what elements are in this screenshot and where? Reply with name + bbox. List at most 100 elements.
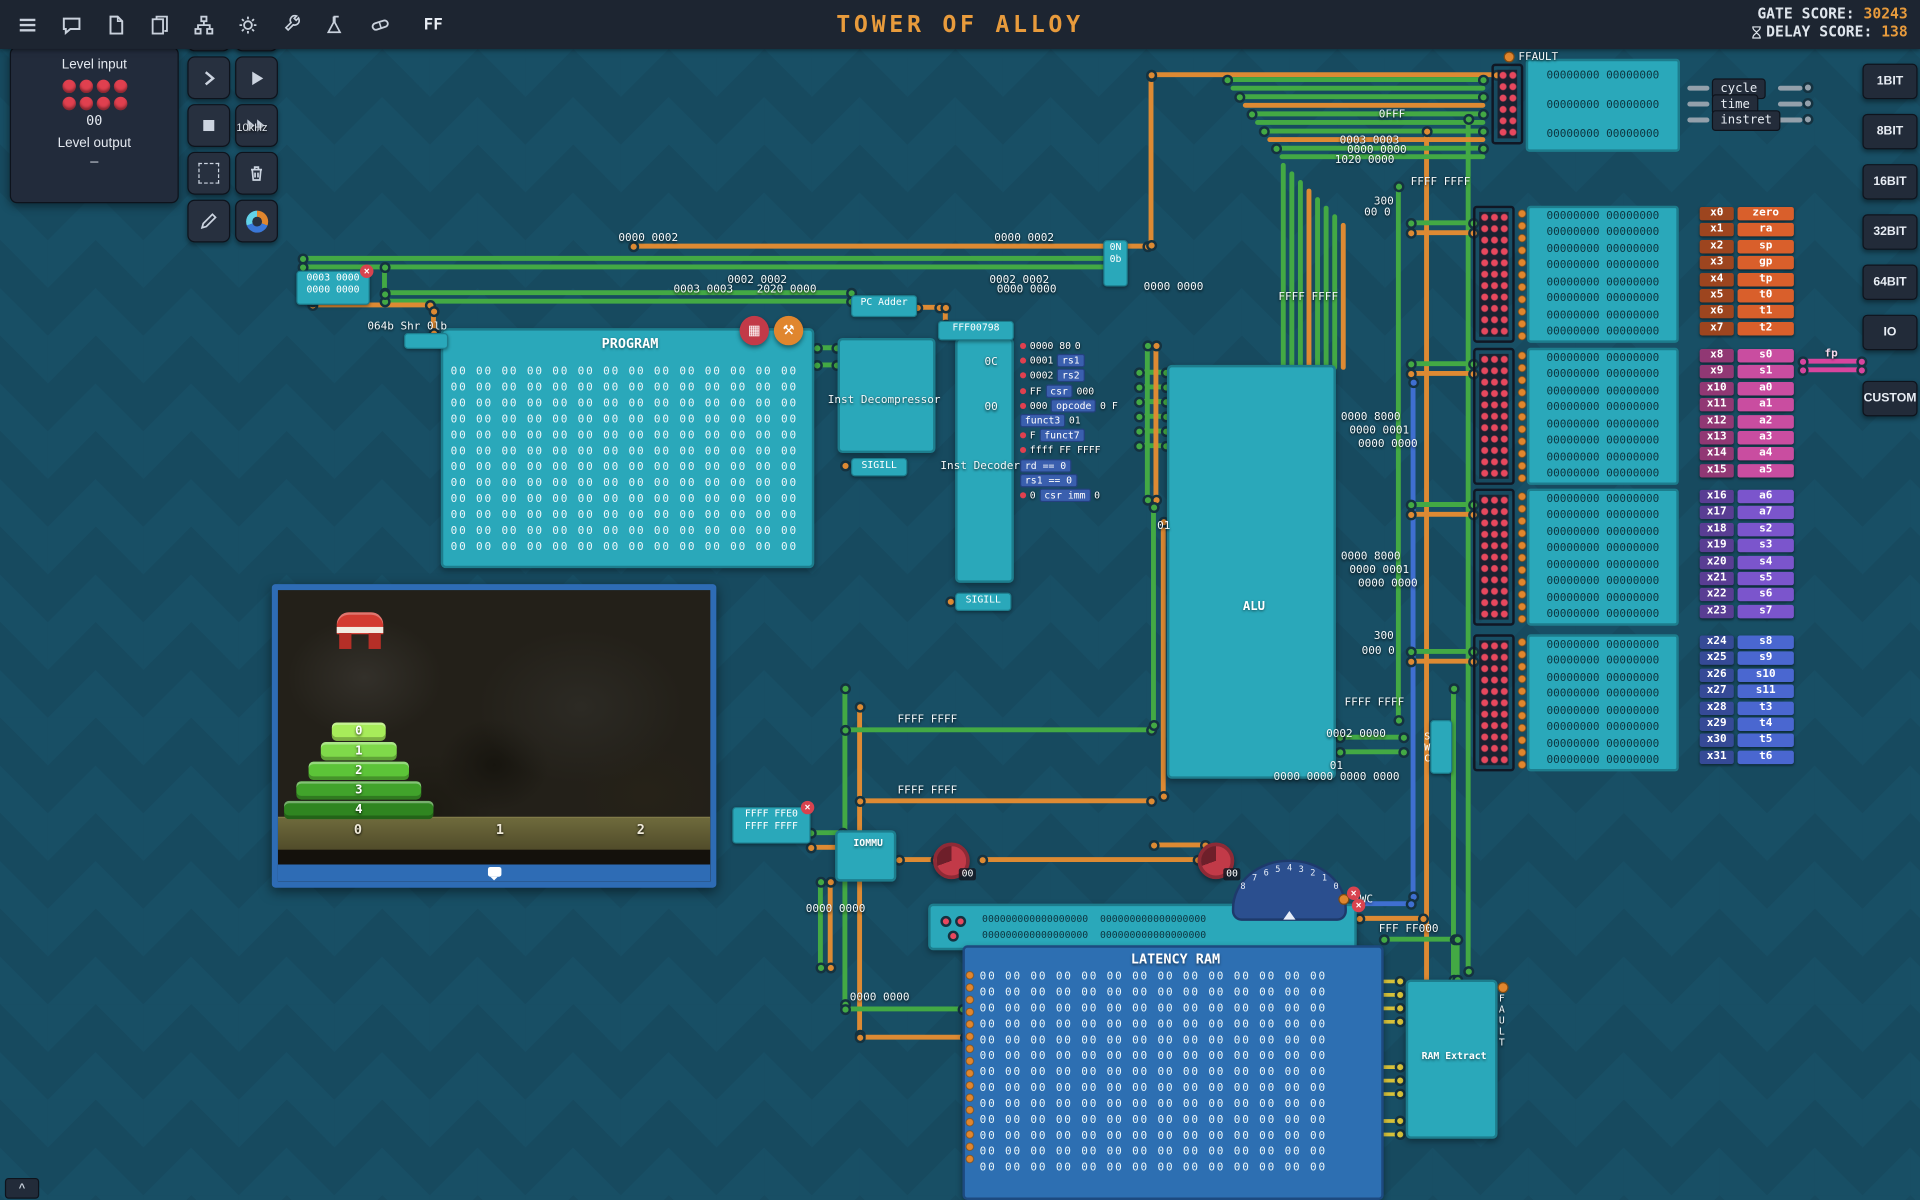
pc-value-chip[interactable]: FFF00798 [938, 321, 1014, 341]
wire-node[interactable] [1134, 411, 1145, 422]
mmio-range-chip[interactable]: FFFF FFE0FFFF FFFF [732, 807, 810, 844]
component-menu-16bit[interactable]: 16BIT [1862, 164, 1917, 200]
wire-node[interactable] [1406, 369, 1417, 380]
level-preview-window[interactable]: 01234 012 [272, 584, 716, 888]
wire-node[interactable] [1452, 934, 1463, 945]
sigill-chip[interactable]: SIGILL [851, 458, 907, 476]
orange-wire[interactable] [1161, 519, 1166, 798]
wire-node[interactable] [1134, 426, 1145, 437]
orange-wire[interactable] [857, 1035, 967, 1040]
wire-node[interactable] [1478, 143, 1489, 154]
wire-node[interactable] [1146, 70, 1157, 81]
orange-wire[interactable] [828, 879, 833, 970]
grey-wire[interactable] [1687, 118, 1709, 123]
ffault-pin[interactable] [1504, 51, 1515, 62]
green-wire[interactable] [1408, 502, 1475, 507]
green-wire[interactable] [1145, 343, 1150, 502]
green-wire[interactable] [1466, 116, 1471, 973]
wire-node[interactable] [429, 306, 440, 317]
wire-node[interactable] [1393, 715, 1404, 726]
wire-node[interactable] [1449, 683, 1460, 694]
wire-node[interactable] [855, 702, 866, 713]
green-wire[interactable] [1381, 937, 1457, 942]
wire-node[interactable] [380, 262, 391, 273]
level-input-bit[interactable] [62, 80, 75, 93]
wire-node[interactable] [1395, 1129, 1406, 1140]
swc-chip-vertical[interactable]: SWC [1430, 720, 1452, 774]
green-wire[interactable] [1315, 197, 1320, 370]
collapse-panel-button[interactable]: ^ [5, 1178, 39, 1199]
green-wire[interactable] [1237, 94, 1486, 99]
wire-node[interactable] [1422, 126, 1433, 137]
rotary-gauge[interactable]: 00 [933, 842, 970, 879]
wire-node[interactable] [855, 796, 866, 807]
wire-node[interactable] [1463, 966, 1474, 977]
green-wire[interactable] [842, 727, 1153, 732]
green-wire[interactable] [300, 256, 1112, 261]
wire-node[interactable] [1395, 1016, 1406, 1027]
program-tools-button[interactable]: ⚒ [774, 316, 803, 345]
ffault-value-box[interactable]: 00000000 0000000000000000 00000000000000… [1526, 59, 1680, 152]
step-button[interactable] [187, 56, 230, 99]
component-menu-custom[interactable]: CUSTOM [1862, 381, 1917, 417]
green-wire[interactable] [1231, 86, 1486, 91]
green-wire[interactable] [300, 264, 1112, 269]
delete-badge[interactable]: × [1352, 899, 1365, 912]
wire-node[interactable] [1335, 747, 1346, 758]
wire-node[interactable] [1395, 989, 1406, 1000]
wire-node[interactable] [1158, 791, 1169, 802]
green-wire[interactable] [1255, 120, 1485, 125]
wire-node[interactable] [1151, 340, 1162, 351]
circuit-canvas[interactable]: cycletimeinstretPROGRAM00 00 00 00 00 00… [0, 49, 1920, 1200]
green-wire[interactable] [1151, 504, 1156, 727]
orange-wire[interactable] [857, 798, 1153, 803]
wire-node[interactable] [1802, 98, 1813, 109]
orange-wire[interactable] [1408, 512, 1475, 517]
delete-badge[interactable]: × [360, 264, 373, 277]
green-wire[interactable] [1408, 649, 1475, 654]
green-wire[interactable] [1408, 361, 1475, 366]
wire-node[interactable] [1134, 441, 1145, 452]
green-wire[interactable] [382, 299, 853, 304]
stop-button[interactable] [187, 104, 230, 147]
level-input-bit[interactable] [79, 97, 92, 110]
delete-button[interactable] [235, 152, 278, 195]
level-input-bit[interactable] [96, 80, 109, 93]
orange-wire[interactable] [1357, 916, 1426, 921]
fault-pin[interactable] [1497, 982, 1508, 993]
green-wire[interactable] [1396, 184, 1401, 723]
play-button[interactable] [235, 56, 278, 99]
chat-bubble-icon[interactable] [487, 867, 500, 877]
level-input-bit[interactable] [62, 97, 75, 110]
wire-node[interactable] [1798, 365, 1809, 376]
orange-wire[interactable] [1149, 73, 1154, 247]
wire-node[interactable] [1406, 509, 1417, 520]
register-value-box[interactable]: 00000000 0000000000000000 00000000000000… [1527, 634, 1679, 771]
register-value-box[interactable]: 00000000 0000000000000000 00000000000000… [1527, 348, 1679, 485]
wire-node[interactable] [1259, 126, 1270, 137]
wire-node[interactable] [1478, 75, 1489, 86]
wire-node[interactable] [840, 1004, 851, 1015]
wire-node[interactable] [1802, 82, 1813, 93]
wire-node[interactable] [825, 962, 836, 973]
green-wire[interactable] [842, 1007, 964, 1012]
orange-wire[interactable] [1341, 223, 1346, 370]
grey-wire[interactable] [1687, 102, 1709, 107]
wire-node[interactable] [1222, 75, 1233, 86]
green-wire[interactable] [1324, 206, 1329, 370]
shifter-chip[interactable] [404, 333, 448, 349]
select-tool-button[interactable] [187, 152, 230, 195]
wire-node[interactable] [1234, 92, 1245, 103]
wire-node[interactable] [1406, 656, 1417, 667]
wire-node[interactable] [1134, 397, 1145, 408]
orange-wire[interactable] [1408, 659, 1475, 664]
wire-node[interactable] [1146, 796, 1157, 807]
wire-node[interactable] [1134, 367, 1145, 378]
orange-wire[interactable] [1424, 129, 1429, 1002]
wire-node[interactable] [806, 842, 817, 853]
wire-node[interactable] [940, 302, 951, 313]
register-value-box[interactable]: 00000000 0000000000000000 00000000000000… [1527, 206, 1679, 343]
green-wire[interactable] [818, 879, 823, 970]
program-edit-button[interactable]: ▦ [740, 316, 769, 345]
wire-node[interactable] [1395, 1075, 1406, 1086]
